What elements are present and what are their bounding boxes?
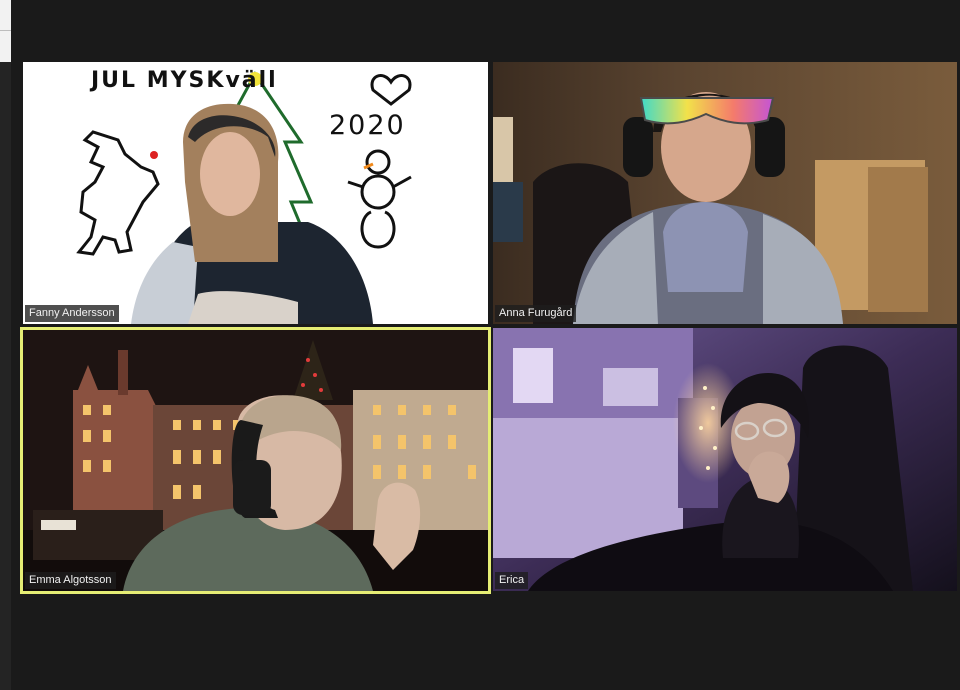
left-window-edge <box>0 0 11 690</box>
participant-name-label: Anna Furugård <box>495 305 577 322</box>
video-feed <box>23 62 488 324</box>
background-window-edge <box>0 0 11 62</box>
participant-name-label: Fanny Andersson <box>25 305 119 322</box>
video-feed <box>493 328 957 591</box>
video-tile-anna-furugard[interactable]: Anna Furugård <box>493 62 957 324</box>
video-feed <box>23 330 488 591</box>
participant-name-label: Erica <box>495 572 529 589</box>
video-tile-fanny-andersson[interactable]: JUL MYSKväll 2020 Fanny Andersson <box>23 62 488 324</box>
doodle-title: JUL MYSKväll <box>91 68 278 93</box>
doodle-year: 2020 <box>329 110 406 141</box>
video-tile-emma-algotsson[interactable]: Emma Algotsson <box>20 327 491 594</box>
video-feed <box>493 62 957 324</box>
participant-name-label: Emma Algotsson <box>25 572 116 589</box>
video-tile-erica[interactable]: Erica <box>493 328 957 591</box>
